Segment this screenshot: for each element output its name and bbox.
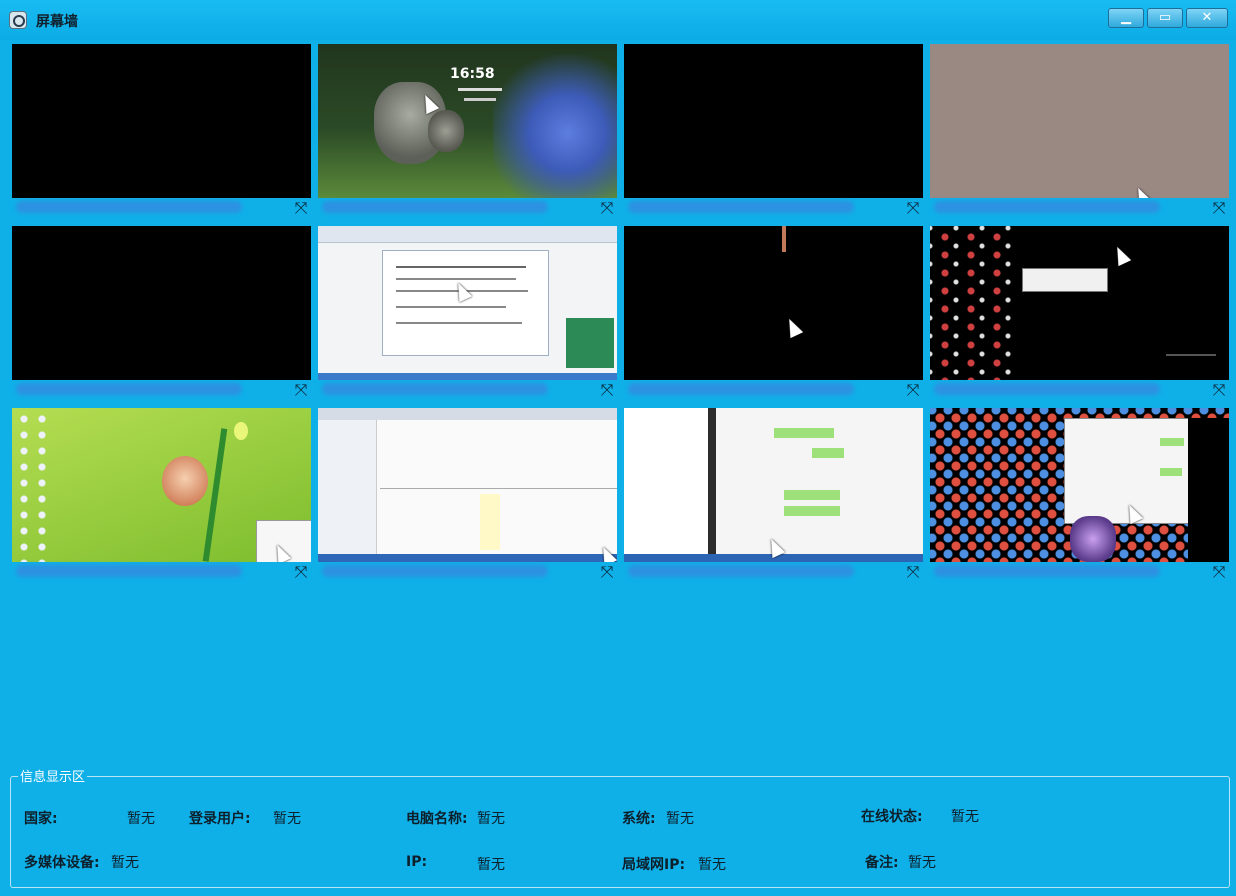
screen-tile[interactable]: ⤧ [624, 44, 923, 217]
info-display-area [10, 776, 1230, 888]
system-value: 暂无 [666, 811, 694, 827]
screen-tile[interactable]: ⤧ [624, 226, 923, 399]
screen-thumbnail[interactable] [624, 226, 923, 380]
expand-icon[interactable]: ⤧ [599, 564, 615, 580]
expand-icon[interactable]: ⤧ [905, 564, 921, 580]
login-user-value: 暂无 [273, 811, 301, 827]
ip-label: IP: [406, 854, 428, 870]
screen-thumbnail[interactable] [318, 408, 617, 562]
expand-icon[interactable]: ⤧ [599, 200, 615, 216]
screen-thumbnail[interactable] [930, 408, 1229, 562]
computer-name-value: 暂无 [477, 811, 505, 827]
online-status-value: 暂无 [951, 809, 979, 825]
screen-thumbnail[interactable] [12, 44, 311, 198]
screen-thumbnail[interactable] [930, 44, 1229, 198]
screen-tile[interactable]: ⤧ [624, 408, 923, 581]
screen-tile[interactable]: ⤧ [930, 408, 1229, 581]
remark-value: 暂无 [908, 855, 936, 871]
screen-thumbnail[interactable]: 16:58 [318, 44, 617, 198]
expand-icon[interactable]: ⤧ [1211, 564, 1227, 580]
screen-tile[interactable]: ⤧ [930, 226, 1229, 399]
screen-caption [322, 565, 548, 577]
screen-thumbnail[interactable] [624, 44, 923, 198]
country-label: 国家: [24, 811, 58, 827]
expand-icon[interactable]: ⤧ [293, 382, 309, 398]
lock-screen-clock: 16:58 [450, 66, 495, 82]
multimedia-device-label: 多媒体设备: [24, 855, 100, 871]
screen-caption [934, 383, 1160, 395]
ip-value: 暂无 [477, 857, 505, 873]
screen-caption [934, 565, 1160, 577]
maximize-button[interactable]: ▭ [1147, 8, 1183, 28]
app-icon [9, 11, 27, 29]
screen-caption [934, 201, 1160, 213]
screen-tile[interactable]: ⤧ [12, 44, 311, 217]
screen-thumbnail[interactable] [12, 226, 311, 380]
expand-icon[interactable]: ⤧ [1211, 200, 1227, 216]
lan-ip-label: 局域网IP: [622, 857, 686, 873]
online-status-label: 在线状态: [861, 809, 923, 825]
mouse-cursor [1131, 184, 1153, 198]
screen-tile[interactable]: 16:58 ⤧ [318, 44, 617, 217]
expand-icon[interactable]: ⤧ [905, 200, 921, 216]
close-button[interactable]: ✕ [1186, 8, 1228, 28]
screen-tile[interactable]: ⤧ [318, 408, 617, 581]
multimedia-device-value: 暂无 [111, 855, 139, 871]
screen-caption [628, 383, 854, 395]
lan-ip-value: 暂无 [698, 857, 726, 873]
title-bar: 屏幕墙 ▁ ▭ ✕ [0, 0, 1236, 40]
login-user-label: 登录用户: [189, 811, 251, 827]
country-value: 暂无 [127, 811, 155, 827]
screen-caption [322, 201, 548, 213]
mouse-cursor [782, 315, 804, 339]
screen-thumbnail[interactable] [624, 408, 923, 562]
screen-caption [628, 565, 854, 577]
expand-icon[interactable]: ⤧ [293, 200, 309, 216]
system-label: 系统: [622, 811, 656, 827]
screen-caption [628, 201, 854, 213]
computer-name-label: 电脑名称: [406, 811, 468, 827]
screen-caption [16, 201, 242, 213]
expand-icon[interactable]: ⤧ [905, 382, 921, 398]
remark-label: 备注: [865, 855, 899, 871]
expand-icon[interactable]: ⤧ [1211, 382, 1227, 398]
screen-tile[interactable]: ⤧ [12, 408, 311, 581]
screen-tile[interactable]: ⤧ [12, 226, 311, 399]
screen-caption [322, 383, 548, 395]
info-area-legend: 信息显示区 [18, 766, 88, 785]
minimize-button[interactable]: ▁ [1108, 8, 1144, 28]
screen-tile[interactable]: ⤧ [318, 226, 617, 399]
window-controls: ▁ ▭ ✕ [1108, 8, 1228, 28]
window-title: 屏幕墙 [36, 14, 78, 30]
expand-icon[interactable]: ⤧ [599, 382, 615, 398]
screen-thumbnail[interactable] [930, 226, 1229, 380]
expand-icon[interactable]: ⤧ [293, 564, 309, 580]
screen-tile[interactable]: ⤧ [930, 44, 1229, 217]
screen-caption [16, 565, 242, 577]
screen-thumbnail[interactable] [12, 408, 311, 562]
screen-caption [16, 383, 242, 395]
screen-thumbnail[interactable] [318, 226, 617, 380]
